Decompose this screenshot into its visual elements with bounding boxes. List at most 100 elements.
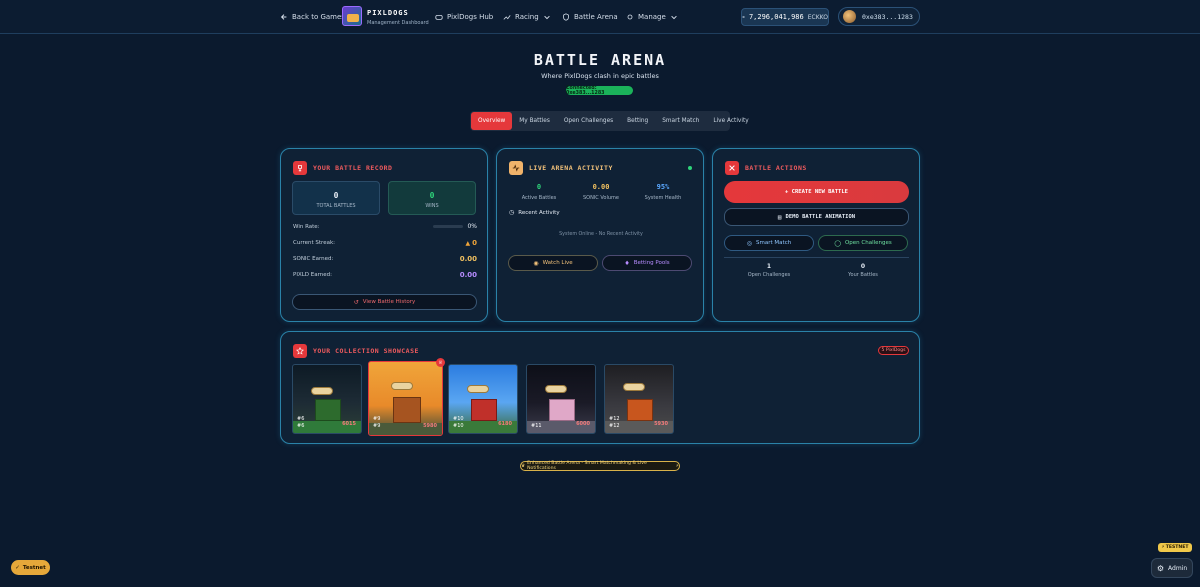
doghouse-image: [471, 399, 497, 421]
live-activity-panel: LIVE ARENA ACTIVITY 0 Active Battles 0.0…: [496, 148, 704, 322]
nav-manage-label: Manage: [638, 13, 666, 21]
swords-icon: [725, 161, 739, 175]
history-icon: ↺: [353, 298, 359, 306]
card-id-bottom: #10: [453, 423, 464, 429]
recent-activity-empty: System Online - No Recent Activity: [559, 232, 643, 237]
tab-betting[interactable]: Betting: [620, 112, 655, 130]
nft-card[interactable]: #10 #10 6180: [448, 364, 518, 434]
battle-actions-title: BATTLE ACTIONS: [745, 164, 807, 172]
tab-open-challenges[interactable]: Open Challenges: [557, 112, 620, 130]
bone-image: [311, 387, 333, 395]
crown-icon: ♕: [436, 358, 445, 367]
footer-badge-text: Enhanced Battle Arena - Smart Matchmakin…: [527, 461, 647, 471]
demo-battle-button[interactable]: ▤ DEMO BATTLE ANIMATION: [724, 208, 909, 226]
betting-pools-label: Betting Pools: [633, 260, 670, 266]
card-id-top: #10: [453, 416, 464, 422]
tab-overview[interactable]: Overview: [471, 112, 513, 130]
streak-label: Current Streak:: [293, 240, 335, 246]
admin-button[interactable]: ⚙ Admin: [1151, 558, 1193, 578]
card-score: 5980: [423, 423, 437, 429]
view-battle-history-button[interactable]: ↺ View Battle History: [292, 294, 477, 310]
nav-manage[interactable]: Manage: [626, 0, 678, 34]
win-rate-value: 0%: [467, 223, 477, 230]
testnet-badge: ⚡ TESTNET: [1158, 543, 1192, 552]
shield-icon: [563, 13, 569, 21]
card-id-top: #9: [373, 416, 381, 422]
doghouse-image: [393, 397, 421, 423]
balance-unit: ECKKO: [807, 13, 828, 21]
tab-bar: Overview My Battles Open Challenges Bett…: [470, 111, 749, 131]
showcase-title: YOUR COLLECTION SHOWCASE: [313, 347, 419, 355]
win-rate-row: Win Rate: 0%: [293, 223, 477, 230]
shield-icon: ◯: [834, 239, 841, 247]
create-battle-button[interactable]: + CREATE NEW BATTLE: [724, 181, 909, 203]
watch-live-label: Watch Live: [542, 260, 573, 266]
card-id-top: #12: [609, 416, 620, 422]
tag-icon: ♦: [624, 259, 630, 267]
chevron-down-icon: [671, 15, 677, 20]
nav-battle-arena[interactable]: Battle Arena: [562, 0, 618, 34]
page-title: BATTLE ARENA: [533, 51, 667, 69]
open-challenges-button[interactable]: ◯ Open Challenges: [818, 235, 908, 251]
wallet-button[interactable]: 0xe383...1283: [838, 7, 920, 26]
nav-hub[interactable]: PixlDogs Hub: [435, 0, 493, 34]
chevron-down-icon: [543, 15, 550, 20]
top-navigation: Back to Games PIXLDOGS Management Dashbo…: [0, 0, 1200, 34]
active-battles-stat: 0 Active Battles: [509, 183, 569, 201]
check-circle-icon: ✓: [15, 564, 20, 571]
nav-racing[interactable]: Racing: [503, 0, 551, 34]
watch-live-button[interactable]: ◉ Watch Live: [508, 255, 598, 271]
nav-hub-label: PixlDogs Hub: [447, 13, 494, 21]
smart-match-button[interactable]: ◎ Smart Match: [724, 235, 814, 251]
total-battles-label: TOTAL BATTLES: [316, 203, 356, 209]
sonic-volume-stat: 0.00 SONIC Volume: [571, 183, 631, 201]
card-id-top: #11: [531, 423, 542, 429]
card-id-top: #6: [297, 416, 305, 422]
tab-my-battles[interactable]: My Battles: [512, 112, 557, 130]
avatar: [843, 10, 856, 23]
testnet-button[interactable]: ✓ Testnet: [11, 560, 50, 575]
betting-pools-button[interactable]: ♦ Betting Pools: [602, 255, 692, 271]
tab-live-activity[interactable]: Live Activity: [706, 112, 755, 130]
active-battles-label: Active Battles: [521, 195, 557, 201]
open-count-value: 1: [766, 263, 772, 270]
connection-status-badge: Connected: 0xe383...1283: [566, 86, 633, 96]
tab-smart-match[interactable]: Smart Match: [655, 112, 706, 130]
live-indicator-dot: [688, 166, 692, 170]
doghouse-image: [549, 399, 575, 421]
pixld-earned-value: 0.00: [459, 271, 477, 279]
footer-feature-badge: ♛ Enhanced Battle Arena - Smart Matchmak…: [520, 461, 680, 471]
balance-value: 7,296,041,986: [748, 13, 804, 21]
wins-label: WINS: [425, 203, 439, 209]
token-balance[interactable]: 7,296,041,986 ECKKO: [741, 8, 829, 26]
battle-record-title: YOUR BATTLE RECORD: [313, 164, 393, 172]
card-score: 6015: [342, 421, 356, 427]
doghouse-image: [315, 399, 341, 421]
card-score: 5930: [654, 421, 668, 427]
nft-card[interactable]: #11 6000: [526, 364, 596, 434]
card-id-bottom: #6: [297, 423, 305, 429]
sonic-earned-row: SONIC Earned: 0.00: [293, 255, 477, 263]
brand-logo[interactable]: [342, 6, 362, 26]
sonic-volume-label: SONIC Volume: [582, 195, 619, 201]
back-to-games-link[interactable]: Back to Games: [280, 0, 345, 34]
card-id-bottom: #12: [609, 423, 620, 429]
nav-racing-label: Racing: [515, 13, 539, 21]
nft-card[interactable]: #12 #12 5930: [604, 364, 674, 434]
open-challenges-count: 1 Open Challenges: [724, 263, 814, 278]
film-icon: ▤: [777, 213, 782, 221]
trend-icon: [503, 15, 511, 20]
gamepad-icon: [435, 14, 443, 20]
nft-card[interactable]: #6 #6 6015: [292, 364, 362, 434]
doghouse-image: [627, 399, 653, 421]
nft-card-selected[interactable]: #9 #9 5980: [368, 361, 443, 436]
system-health-value: 95%: [656, 183, 670, 191]
total-battles-stat: 0 TOTAL BATTLES: [292, 181, 380, 215]
pixld-earned-label: PIXLD Earned:: [293, 272, 332, 278]
win-rate-label: Win Rate:: [293, 223, 320, 230]
target-icon: ◎: [746, 239, 753, 247]
bone-image: [623, 383, 645, 391]
star-icon: [293, 344, 307, 358]
back-label: Back to Games: [292, 13, 345, 21]
lightning-icon: ⚡: [675, 463, 679, 469]
